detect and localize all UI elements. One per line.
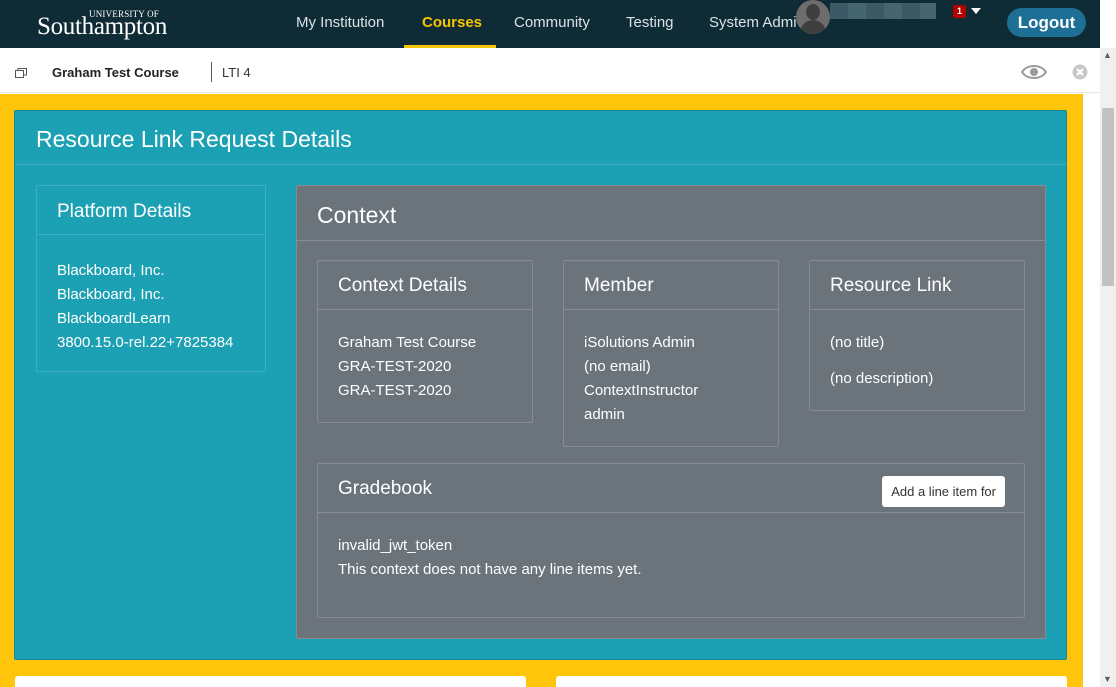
- lower-card-left: [15, 676, 526, 687]
- page-title: Resource Link Request Details: [36, 126, 352, 152]
- member-header: Member: [564, 261, 778, 310]
- scrollbar-thumb[interactable]: [1102, 108, 1114, 286]
- breadcrumb-course[interactable]: Graham Test Course: [52, 65, 179, 80]
- context-header: Context: [297, 186, 1045, 241]
- gradebook-card: Gradebook Add a line item for invalid_jw…: [317, 463, 1025, 618]
- platform-version: 3800.15.0-rel.22+7825384: [57, 334, 234, 351]
- user-name-redacted[interactable]: [830, 3, 936, 19]
- nav-community[interactable]: Community: [514, 0, 590, 48]
- member-role: ContextInstructor: [584, 382, 699, 399]
- nav-testing[interactable]: Testing: [626, 0, 674, 48]
- avatar-head: [806, 4, 820, 20]
- context-details-card: Context Details Graham Test Course GRA-T…: [317, 260, 533, 423]
- context-course-title: Graham Test Course: [338, 334, 477, 351]
- platform-details-body: Blackboard, Inc. Blackboard, Inc. Blackb…: [57, 259, 233, 355]
- platform-vendor: Blackboard, Inc.: [57, 262, 165, 279]
- panel-header: Resource Link Request Details: [15, 111, 1066, 165]
- gradebook-error: invalid_jwt_token: [338, 537, 453, 554]
- context-details-body: Graham Test Course GRA-TEST-2020 GRA-TES…: [338, 331, 476, 403]
- context-course-label: GRA-TEST-2020: [338, 358, 452, 375]
- logout-button[interactable]: Logout: [1007, 8, 1086, 37]
- platform-details-header: Platform Details: [37, 186, 265, 235]
- logo-big-text: Southampton: [37, 13, 168, 40]
- breadcrumb-divider: [211, 62, 212, 82]
- add-line-item-button[interactable]: Add a line item for: [882, 476, 1005, 507]
- scroll-down-icon[interactable]: ▼: [1103, 674, 1112, 684]
- member-email: (no email): [584, 358, 651, 375]
- context-course-id: GRA-TEST-2020: [338, 382, 452, 399]
- top-navigation-bar: UNIVERSITY OF Southampton My Institution…: [0, 0, 1100, 48]
- resource-link-title: Resource Link: [830, 275, 952, 296]
- member-card: Member iSolutions Admin (no email) Conte…: [563, 260, 779, 447]
- chevron-down-icon[interactable]: [971, 8, 981, 14]
- resource-link-card: Resource Link (no title) (no description…: [809, 260, 1025, 411]
- scroll-up-icon[interactable]: ▲: [1103, 50, 1112, 60]
- gradebook-title: Gradebook: [338, 478, 433, 499]
- avatar-shoulders: [800, 20, 826, 34]
- context-panel: Context Context Details Graham Test Cour…: [296, 185, 1046, 639]
- context-details-header: Context Details: [318, 261, 532, 310]
- close-icon[interactable]: [1072, 64, 1088, 80]
- window-icon[interactable]: [15, 68, 27, 78]
- nav-my-institution[interactable]: My Institution: [296, 0, 384, 48]
- platform-details-card: Platform Details Blackboard, Inc. Blackb…: [36, 185, 266, 372]
- resource-link-name: (no title): [830, 334, 885, 351]
- resource-link-header: Resource Link: [810, 261, 1024, 310]
- nav-courses[interactable]: Courses: [422, 0, 482, 48]
- context-title: Context: [317, 202, 397, 228]
- context-details-title: Context Details: [338, 275, 467, 296]
- gradebook-empty-message: This context does not have any line item…: [338, 561, 642, 578]
- resource-link-description: (no description): [830, 370, 934, 387]
- eye-icon[interactable]: [1021, 63, 1047, 81]
- breadcrumb-page: LTI 4: [222, 65, 251, 80]
- member-title: Member: [584, 275, 654, 296]
- member-name: iSolutions Admin: [584, 334, 695, 351]
- content-area: Resource Link Request Details Platform D…: [0, 94, 1083, 687]
- resource-link-panel: Resource Link Request Details Platform D…: [14, 110, 1067, 660]
- nav-system-admin[interactable]: System Admin: [709, 0, 796, 48]
- member-username: admin: [584, 406, 625, 423]
- notification-badge[interactable]: 1: [953, 5, 966, 18]
- gradebook-body: invalid_jwt_token This context does not …: [338, 534, 642, 582]
- gradebook-header: Gradebook Add a line item for: [318, 464, 1024, 513]
- resource-link-body: (no title) (no description): [830, 325, 933, 397]
- lower-card-right: [556, 676, 1067, 687]
- platform-name: Blackboard, Inc.: [57, 286, 165, 303]
- member-body: iSolutions Admin (no email) ContextInstr…: [584, 331, 698, 427]
- breadcrumb: Graham Test Course LTI 4: [0, 48, 1100, 93]
- avatar[interactable]: [796, 0, 830, 34]
- platform-product: BlackboardLearn: [57, 310, 171, 327]
- platform-details-title: Platform Details: [57, 201, 192, 222]
